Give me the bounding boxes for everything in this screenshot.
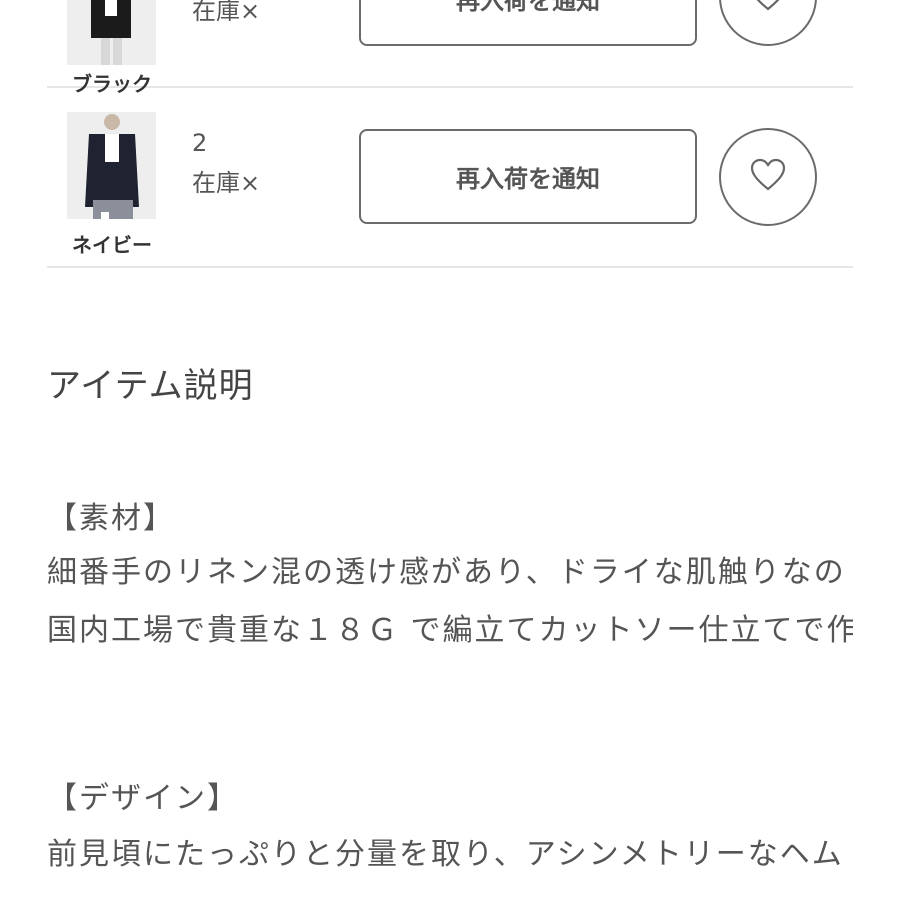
notify-restock-button[interactable]: 再入荷を通知 <box>359 129 697 224</box>
material-text-line: 国内工場で貴重な１８Ｇ で編立てカットソー仕立てで作 <box>47 613 853 648</box>
product-thumbnail-black[interactable] <box>67 0 156 65</box>
size-value: 2 <box>192 129 208 157</box>
design-heading: 【デザイン】 <box>47 781 239 816</box>
product-page: ブラック 在庫× 再入荷を通知 ネイビー 2 在庫× 再入荷を通知 アイテム説明… <box>0 0 900 900</box>
stock-status: 在庫× <box>192 169 261 197</box>
notify-restock-button[interactable]: 再入荷を通知 <box>359 0 697 46</box>
heart-icon <box>749 0 787 16</box>
variant-row-black: ブラック 在庫× 再入荷を通知 <box>47 0 853 96</box>
item-description-heading: アイテム説明 <box>47 366 254 406</box>
variant-row-navy: ネイビー 2 在庫× 再入荷を通知 <box>47 88 853 268</box>
color-label: ネイビー <box>72 233 152 257</box>
heart-icon <box>749 158 787 196</box>
product-thumbnail-navy[interactable] <box>67 112 156 219</box>
favorite-button[interactable] <box>719 0 817 46</box>
stock-status: 在庫× <box>192 0 261 25</box>
material-heading: 【素材】 <box>47 501 175 536</box>
favorite-button[interactable] <box>719 128 817 226</box>
design-text-line: 前見頃にたっぷりと分量を取り、アシンメトリーなヘム <box>47 837 844 872</box>
material-text-line: 細番手のリネン混の透け感があり、ドライな肌触りなの <box>47 555 846 590</box>
